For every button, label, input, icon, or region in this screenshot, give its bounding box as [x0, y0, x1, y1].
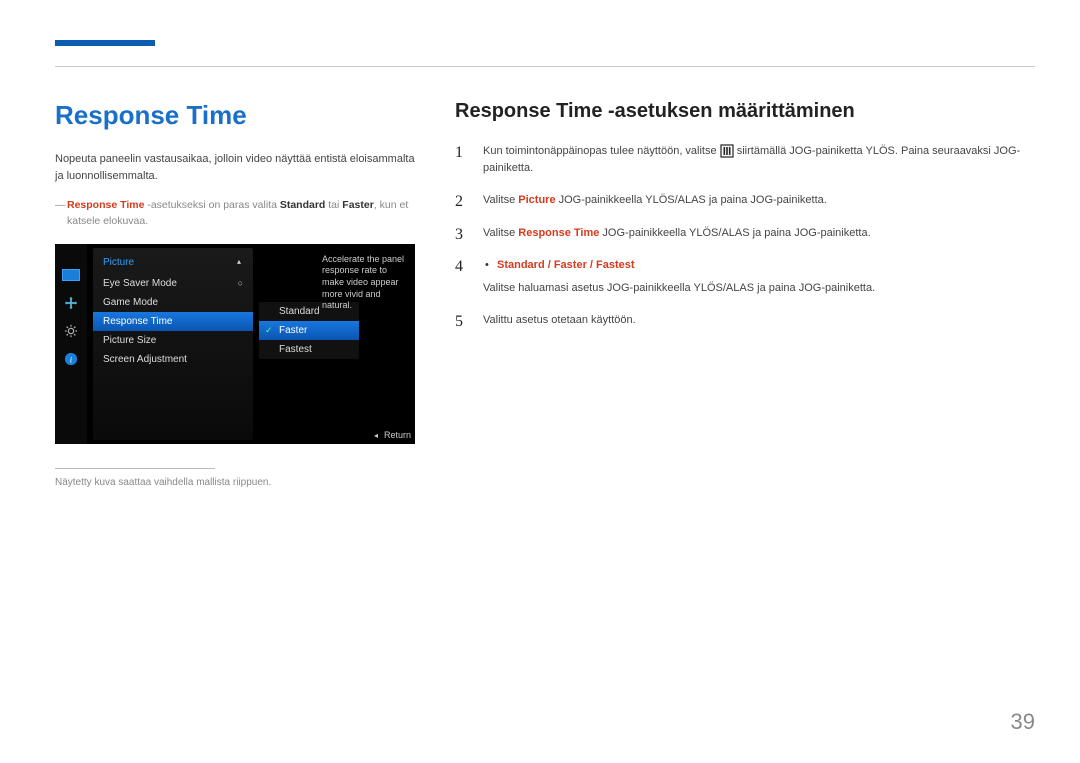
step-text: Valitse: [483, 194, 518, 206]
note-red-term: Response Time: [67, 199, 144, 211]
step-item: Standard / Faster / Fastest Valitse halu…: [455, 257, 1035, 296]
step-text: Kun toimintonäppäinopas tulee näyttöön, …: [483, 145, 720, 157]
right-column: Response Time -asetuksen määrittäminen K…: [455, 100, 1035, 488]
step-text: Valittu asetus otetaan käyttöön.: [483, 314, 636, 326]
tip-note: Response Time -asetukseksi on paras vali…: [55, 198, 415, 230]
intro-text: Nopeuta paneelin vastausaikaa, jolloin v…: [55, 151, 415, 184]
subsection-title: Response Time -asetuksen määrittäminen: [455, 100, 1035, 123]
left-column: Response Time Nopeuta paneelin vastausai…: [55, 100, 415, 488]
step-item: Valittu asetus otetaan käyttöön.: [455, 312, 1035, 329]
osd-screenshot: i Picture Eye Saver Mode○ Game Mode Resp…: [55, 244, 415, 444]
menu-icon: [720, 144, 734, 158]
step-item: Kun toimintonäppäinopas tulee näyttöön, …: [455, 143, 1035, 176]
step-red: Response Time: [518, 227, 599, 239]
step-bullet: Standard / Faster / Fastest: [483, 257, 1035, 274]
section-title: Response Time: [55, 100, 415, 131]
header-rule: [55, 66, 1035, 67]
osd-menu-item: Eye Saver Mode○: [93, 274, 253, 293]
note-text: tai: [325, 199, 342, 211]
step-text: JOG-painikkeella YLÖS/ALAS ja paina JOG-…: [599, 227, 870, 239]
osd-option-selected: Faster: [259, 321, 359, 340]
page-number: 39: [1011, 709, 1035, 735]
monitor-icon: [62, 268, 80, 282]
osd-sidebar: i: [55, 244, 87, 444]
move-icon: [62, 296, 80, 310]
osd-menu-item: Game Mode: [93, 293, 253, 312]
osd-menu-item: Picture Size: [93, 331, 253, 350]
step-text: Valitse: [483, 227, 518, 239]
note-strong-1: Standard: [280, 199, 326, 211]
osd-main-menu: Picture Eye Saver Mode○ Game Mode Respon…: [93, 248, 253, 440]
header-accent-bar: [55, 40, 155, 46]
note-strong-2: Faster: [342, 199, 374, 211]
osd-return-label: Return: [374, 430, 411, 440]
gear-icon: [62, 324, 80, 338]
info-icon: i: [62, 352, 80, 366]
steps-list: Kun toimintonäppäinopas tulee näyttöön, …: [455, 143, 1035, 329]
osd-option: Fastest: [259, 340, 359, 359]
note-text: -asetukseksi on paras valita: [144, 199, 279, 211]
step-item: Valitse Picture JOG-painikkeella YLÖS/AL…: [455, 192, 1035, 209]
footnote-rule: [55, 468, 215, 469]
osd-menu-item: Screen Adjustment: [93, 350, 253, 369]
footnote-text: Näytetty kuva saattaa vaihdella mallista…: [55, 477, 415, 488]
osd-description: Accelerate the panel response rate to ma…: [316, 248, 411, 318]
step-red: Picture: [518, 194, 555, 206]
step-item: Valitse Response Time JOG-painikkeella Y…: [455, 225, 1035, 242]
osd-menu-title: Picture: [93, 254, 253, 274]
step-text: Valitse haluamasi asetus JOG-painikkeell…: [483, 282, 875, 294]
step-text: JOG-painikkeella YLÖS/ALAS ja paina JOG-…: [556, 194, 827, 206]
osd-menu-item-selected: Response Time: [93, 312, 253, 331]
page-content: Response Time Nopeuta paneelin vastausai…: [0, 0, 1080, 488]
